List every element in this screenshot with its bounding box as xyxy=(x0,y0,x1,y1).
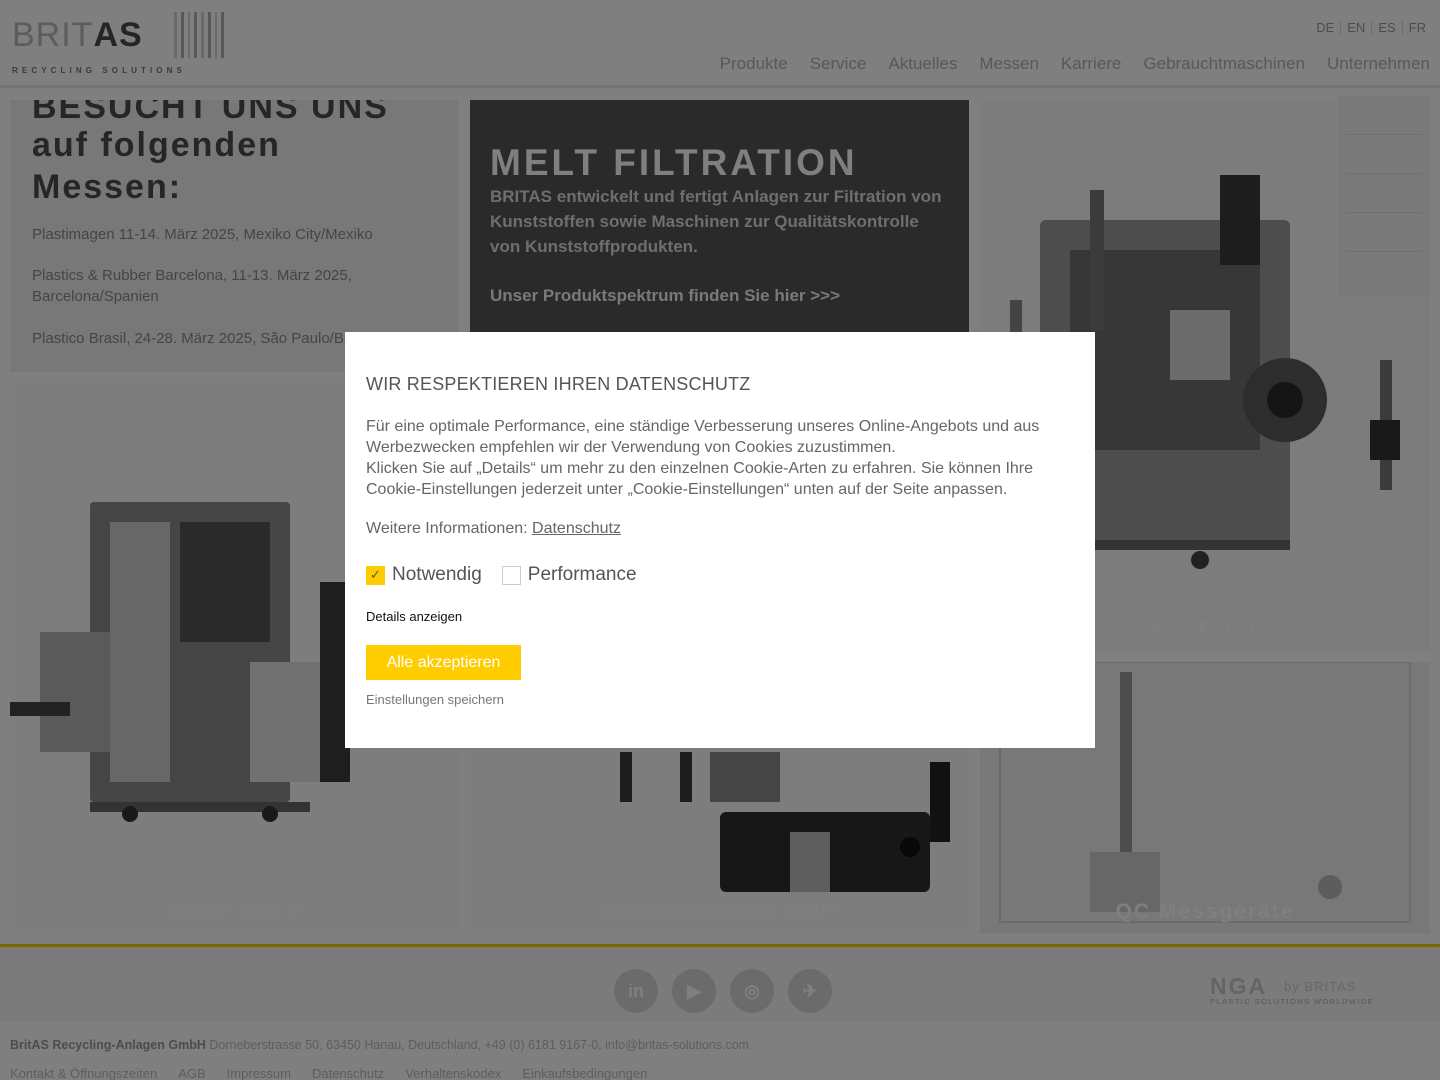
details-toggle[interactable]: Details anzeigen xyxy=(366,609,462,624)
more-info-label: Weitere Informationen: xyxy=(366,520,528,537)
checkbox-performance[interactable] xyxy=(501,565,521,585)
cookie-text-paragraph: Klicken Sie auf „Details“ um mehr zu den… xyxy=(366,460,1034,498)
cookie-options: ✓ Notwendig Performance xyxy=(366,564,637,586)
cookie-title: WIR RESPEKTIEREN IHREN DATENSCHUTZ xyxy=(366,374,751,394)
cookie-more-info: Weitere Informationen: Datenschutz xyxy=(366,520,621,538)
checkbox-notwendig[interactable]: ✓ xyxy=(366,565,385,585)
cookie-consent-dialog: WIR RESPEKTIEREN IHREN DATENSCHUTZ Für e… xyxy=(345,332,1095,748)
datenschutz-link[interactable]: Datenschutz xyxy=(532,520,621,537)
option-performance: Performance xyxy=(501,564,637,586)
label-performance: Performance xyxy=(527,564,637,585)
label-notwendig: Notwendig xyxy=(392,564,482,585)
accept-all-button[interactable]: Alle akzeptieren xyxy=(366,645,521,680)
save-settings-link[interactable]: Einstellungen speichern xyxy=(366,692,504,707)
cookie-text-paragraph: Für eine optimale Performance, eine stän… xyxy=(366,418,1040,456)
cookie-text: Für eine optimale Performance, eine stän… xyxy=(366,416,1066,500)
